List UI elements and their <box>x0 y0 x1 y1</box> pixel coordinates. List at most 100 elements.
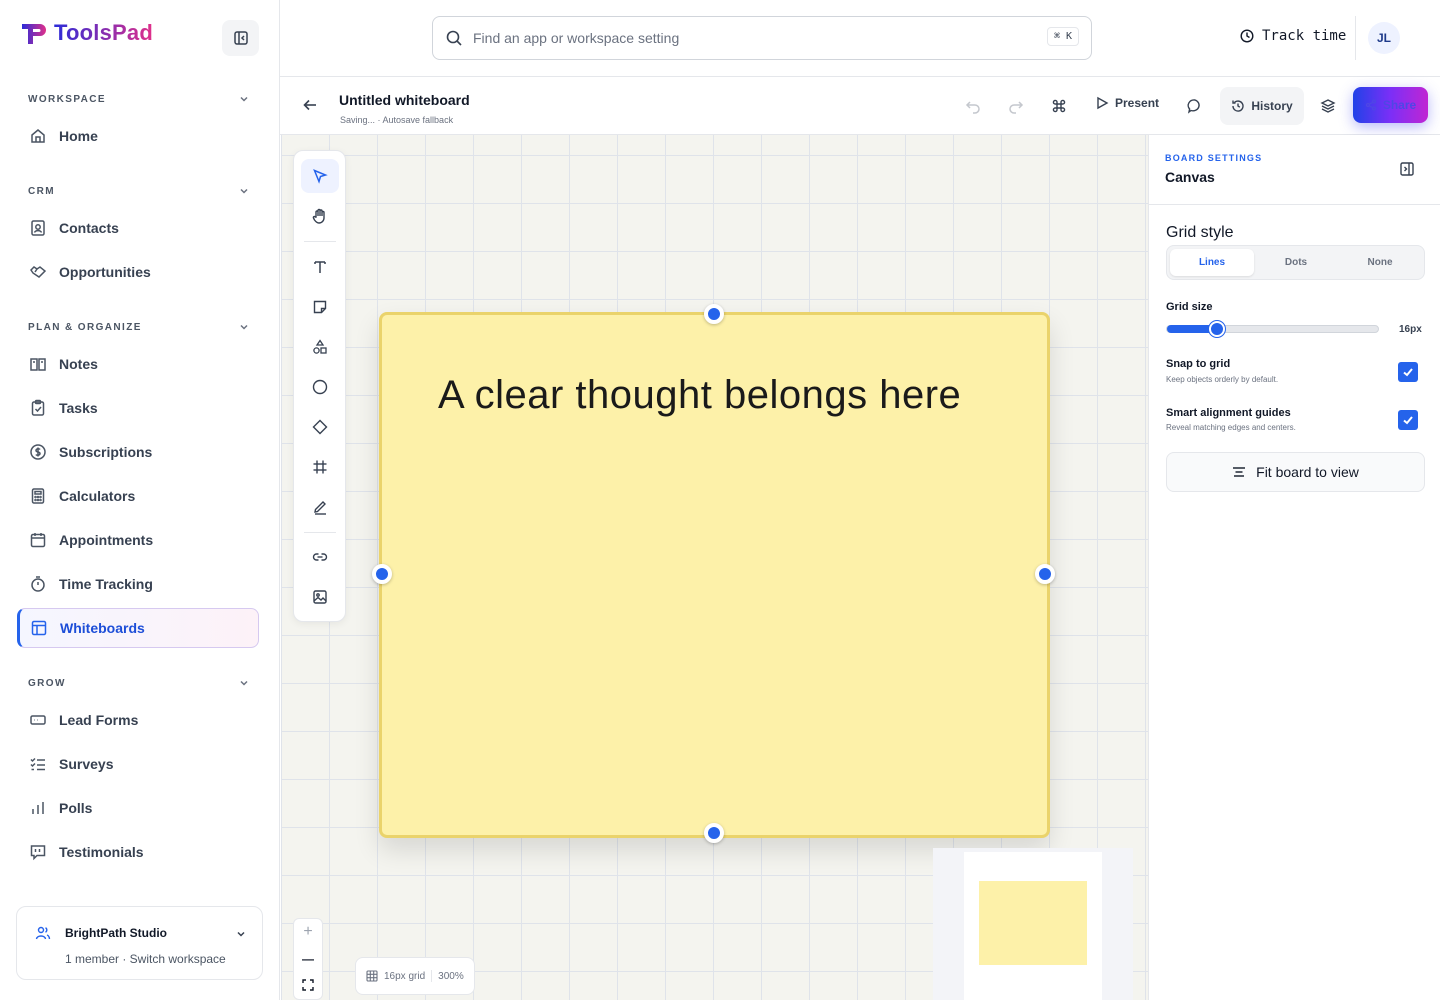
undo-icon <box>965 101 980 114</box>
cursor-icon <box>313 169 328 184</box>
section-title: GROW <box>28 677 66 689</box>
section-crm[interactable]: CRM <box>28 185 250 197</box>
resize-handle-bottom[interactable] <box>704 823 724 843</box>
hand-tool[interactable] <box>301 199 339 233</box>
section-grow[interactable]: GROW <box>28 677 250 689</box>
present-button[interactable]: Present <box>1095 96 1159 110</box>
sidebar-item-subscriptions[interactable]: Subscriptions <box>17 432 259 472</box>
chevron-down-icon <box>240 188 248 194</box>
command-button[interactable] <box>1048 95 1070 117</box>
resize-handle-right[interactable] <box>1035 564 1055 584</box>
board-header: Untitled whiteboard Saving... · Autosave… <box>280 77 1440 135</box>
fullscreen-button[interactable] <box>294 972 322 998</box>
alignment-guides-label: Smart alignment guides <box>1166 407 1291 419</box>
sidebar-item-whiteboards[interactable]: Whiteboards <box>17 608 259 648</box>
undo-button[interactable] <box>962 95 984 117</box>
back-button[interactable] <box>302 97 318 118</box>
collapse-panel-button[interactable] <box>1399 161 1415 182</box>
divider <box>1149 204 1440 205</box>
diamond-tool[interactable] <box>301 410 339 444</box>
check-icon <box>1403 368 1413 377</box>
snap-to-grid-checkbox[interactable] <box>1398 362 1418 382</box>
team-icon <box>35 926 51 940</box>
zoom-out-button[interactable]: — <box>294 946 322 972</box>
track-time-label: Track time <box>1262 28 1347 44</box>
frame-tool[interactable] <box>301 450 339 484</box>
section-workspace[interactable]: WORKSPACE <box>28 93 250 105</box>
frame-icon <box>313 460 327 474</box>
panel-title: Canvas <box>1165 169 1215 185</box>
track-time-button[interactable]: Track time <box>1240 28 1346 44</box>
sidebar-item-label: Tasks <box>59 400 98 416</box>
grid-style-dots[interactable]: Dots <box>1254 249 1338 276</box>
sidebar-item-home[interactable]: Home <box>17 116 259 156</box>
grid-size-slider[interactable] <box>1166 321 1379 337</box>
sidebar-item-label: Subscriptions <box>59 444 153 460</box>
image-tool[interactable] <box>301 580 339 614</box>
sidebar-item-polls[interactable]: Polls <box>17 788 259 828</box>
sidebar-item-label: Time Tracking <box>59 576 153 592</box>
board-settings-panel: BOARD SETTINGS Canvas Grid style Lines D… <box>1148 135 1440 1000</box>
resize-handle-top[interactable] <box>704 304 724 324</box>
shapes-tool[interactable] <box>301 330 339 364</box>
sticky-note-icon <box>313 300 327 314</box>
zoom-in-button[interactable]: + <box>294 919 322 945</box>
sidebar-item-contacts[interactable]: Contacts <box>17 208 259 248</box>
chevron-down-icon <box>240 680 248 686</box>
slider-thumb[interactable] <box>1209 321 1225 337</box>
grid-style-none[interactable]: None <box>1338 249 1422 276</box>
comments-button[interactable] <box>1184 95 1206 117</box>
workspace-switcher[interactable]: BrightPath Studio 1 member · Switch work… <box>16 906 263 980</box>
link-tool[interactable] <box>301 540 339 574</box>
divider <box>1355 16 1356 60</box>
app-logo[interactable]: ToolsPad <box>20 20 153 46</box>
sidebar-item-tasks[interactable]: Tasks <box>17 388 259 428</box>
sidebar-item-time-tracking[interactable]: Time Tracking <box>17 564 259 604</box>
sidebar-item-testimonials[interactable]: Testimonials <box>17 832 259 872</box>
text-icon <box>314 261 326 273</box>
top-bar: ⌘ K Track time JL <box>280 0 1440 77</box>
sidebar-item-lead-forms[interactable]: Lead Forms <box>17 700 259 740</box>
sticky-note[interactable]: A clear thought belongs here <box>379 312 1050 838</box>
select-tool[interactable] <box>301 159 339 193</box>
grid-style-lines[interactable]: Lines <box>1170 249 1254 276</box>
minimap-sticky-note <box>979 881 1087 965</box>
share-button[interactable]: Share <box>1353 87 1428 123</box>
alignment-guides-checkbox[interactable] <box>1398 410 1418 430</box>
sidebar-item-calculators[interactable]: Calculators <box>17 476 259 516</box>
ellipse-tool[interactable] <box>301 370 339 404</box>
user-avatar[interactable]: JL <box>1368 22 1400 54</box>
sidebar-item-opportunities[interactable]: Opportunities <box>17 252 259 292</box>
section-plan-organize[interactable]: PLAN & ORGANIZE <box>28 321 250 333</box>
layers-button[interactable] <box>1317 95 1339 117</box>
layers-icon <box>1320 99 1336 113</box>
sticky-note-tool[interactable] <box>301 290 339 324</box>
save-status: Saving... · Autosave fallback <box>340 115 454 125</box>
arrow-left-icon <box>303 99 316 111</box>
alignment-guides-description: Reveal matching edges and centers. <box>1166 423 1296 432</box>
pen-tool[interactable] <box>301 490 339 524</box>
check-icon <box>1403 416 1413 425</box>
search-bar[interactable]: ⌘ K <box>432 16 1092 60</box>
redo-button[interactable] <box>1005 95 1027 117</box>
board-title[interactable]: Untitled whiteboard <box>339 92 470 108</box>
text-tool[interactable] <box>301 250 339 284</box>
resize-handle-left[interactable] <box>372 564 392 584</box>
whiteboard-canvas[interactable]: A clear thought belongs here + — 16px gr… <box>281 135 1148 1000</box>
minimap[interactable] <box>933 848 1133 1000</box>
section-title: CRM <box>28 185 55 197</box>
image-icon <box>313 590 327 604</box>
fit-board-button[interactable]: Fit board to view <box>1166 452 1425 492</box>
grid-size-label: Grid size <box>1166 301 1213 313</box>
sidebar-item-notes[interactable]: Notes <box>17 344 259 384</box>
collapse-sidebar-button[interactable] <box>222 20 259 56</box>
sidebar-item-appointments[interactable]: Appointments <box>17 520 259 560</box>
sidebar-item-surveys[interactable]: Surveys <box>17 744 259 784</box>
search-input[interactable] <box>473 30 1033 46</box>
workspace-subtitle: 1 member · Switch workspace <box>65 952 226 966</box>
history-button[interactable]: History <box>1220 87 1304 125</box>
circle-icon <box>312 379 328 395</box>
section-title: WORKSPACE <box>28 93 106 105</box>
grid-style-label: Grid style <box>1166 224 1234 241</box>
sticky-note-text[interactable]: A clear thought belongs here <box>438 373 961 418</box>
